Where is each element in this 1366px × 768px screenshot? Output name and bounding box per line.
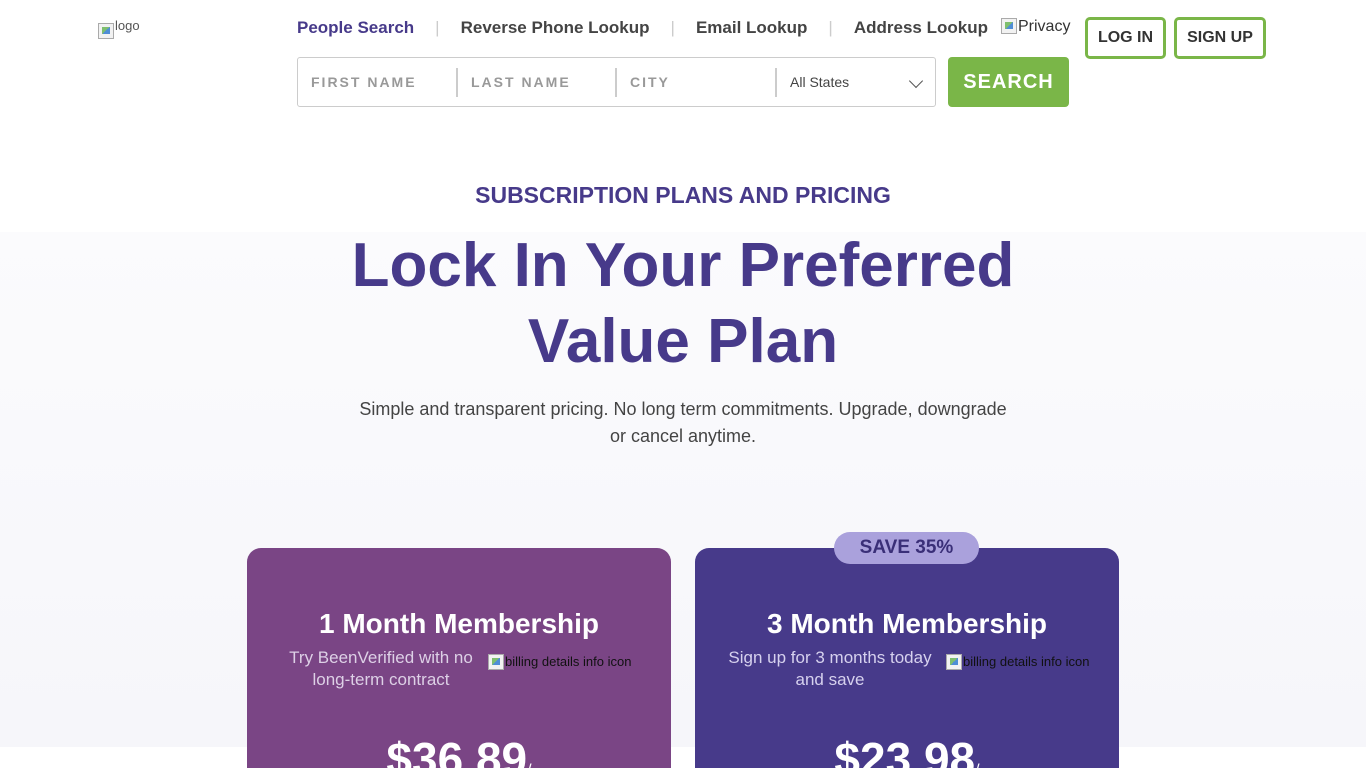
people-search-form: FIRST NAME LAST NAME CITY All States <box>297 57 936 107</box>
plan-description: Try BeenVerified with no long-term contr… <box>289 648 473 689</box>
billing-info-icon[interactable]: billing details info icon <box>488 654 631 670</box>
plan-price: $23.98/ <box>695 732 1119 768</box>
plan-card-3-month[interactable]: 3 Month Membership Sign up for 3 months … <box>695 548 1119 768</box>
plan-price: $36.89/ <box>247 732 671 768</box>
nav-separator: | <box>435 18 440 37</box>
plan-price-value: $23.98 <box>834 733 976 768</box>
nav-separator: | <box>670 18 675 37</box>
section-title: SUBSCRIPTION PLANS AND PRICING <box>475 182 891 208</box>
chevron-down-icon <box>908 73 924 89</box>
last-name-input[interactable]: LAST NAME <box>458 58 617 106</box>
nav-address-lookup[interactable]: Address Lookup <box>854 18 988 38</box>
plan-title: 1 Month Membership <box>318 608 599 639</box>
plan-price-value: $36.89 <box>386 733 528 768</box>
nav-reverse-phone-lookup[interactable]: Reverse Phone Lookup <box>461 18 650 38</box>
plan-title: 3 Month Membership <box>766 608 1047 639</box>
broken-image-icon <box>1001 18 1017 34</box>
billing-info-alt-text: billing details info icon <box>505 654 632 669</box>
nav-people-search[interactable]: People Search <box>297 18 414 38</box>
plan-card-1-month[interactable]: 1 Month Membership Try BeenVerified with… <box>247 548 671 768</box>
page-headline: Lock In Your Preferred Value Plan <box>283 228 1083 380</box>
plan-price-suffix: / <box>527 762 531 768</box>
site-header: logo People Search | Reverse Phone Looku… <box>0 0 1366 130</box>
billing-info-icon[interactable]: billing details info icon <box>946 654 1089 670</box>
logo-alt-text: logo <box>115 18 140 33</box>
billing-info-alt-text: billing details info icon <box>963 654 1090 669</box>
search-button[interactable]: SEARCH <box>948 57 1069 107</box>
nav-email-lookup[interactable]: Email Lookup <box>696 18 807 38</box>
site-logo[interactable]: logo <box>98 18 140 39</box>
first-name-input[interactable]: FIRST NAME <box>298 58 458 106</box>
savings-badge: SAVE 35% <box>834 532 979 564</box>
broken-image-icon <box>98 23 114 39</box>
state-select[interactable]: All States <box>777 58 935 106</box>
city-input[interactable]: CITY <box>617 58 777 106</box>
broken-image-icon <box>946 654 962 670</box>
broken-image-icon <box>488 654 504 670</box>
login-button[interactable]: LOG IN <box>1085 17 1166 59</box>
page-subtitle: Simple and transparent pricing. No long … <box>359 399 1007 446</box>
plan-description: Sign up for 3 months today and save <box>728 648 932 689</box>
headline-light: Lock In Your <box>351 231 739 300</box>
state-select-value: All States <box>790 74 850 90</box>
privacy-alt-text: Privacy <box>1018 18 1071 35</box>
main-nav: People Search | Reverse Phone Lookup | E… <box>297 18 988 38</box>
plan-price-suffix: / <box>975 762 979 768</box>
nav-separator: | <box>828 18 833 37</box>
privacy-badge[interactable]: Privacy <box>1001 18 1070 36</box>
signup-button[interactable]: SIGN UP <box>1174 17 1266 59</box>
